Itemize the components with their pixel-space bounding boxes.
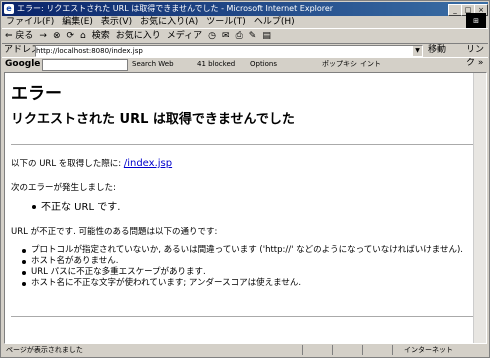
error-list: 不正な URL です. — [29, 201, 120, 215]
menu-help[interactable]: ヘルプ(H) — [250, 16, 299, 28]
problem-list: プロトコルが指定されていないか, あるいは間違っています ('http://' … — [19, 245, 463, 289]
favorites-button[interactable]: お気に入り — [113, 29, 164, 43]
go-button[interactable]: 移動 — [428, 44, 446, 57]
menu-bar: ファイル(F) 編集(E) 表示(V) お気に入り(A) ツール(T) ヘルプ(H) ⊞ — [2, 13, 488, 29]
url-link[interactable]: /index.jsp — [124, 158, 172, 169]
home-icon[interactable]: ⌂ — [77, 29, 89, 43]
menu-file[interactable]: ファイル(F) — [2, 16, 58, 28]
forward-button[interactable]: → — [36, 29, 50, 43]
list-item: プロトコルが指定されていないか, あるいは間違っています ('http://' … — [19, 245, 463, 256]
google-logo[interactable]: Google — [5, 58, 40, 71]
discuss-icon[interactable]: ▤ — [259, 29, 274, 43]
divider — [332, 345, 333, 355]
menu-edit[interactable]: 編集(E) — [58, 16, 97, 28]
status-bar: ページが表示されました インターネット — [2, 344, 488, 356]
status-text: ページが表示されました — [6, 346, 83, 354]
address-input[interactable]: http://localhost:8080/index.jsp ▼ — [35, 45, 423, 57]
history-icon[interactable]: ◷ — [205, 29, 219, 43]
menu-view[interactable]: 表示(V) — [97, 16, 136, 28]
menu-tools[interactable]: ツール(T) — [202, 16, 250, 28]
popup-blocked-count[interactable]: 41 blocked — [197, 58, 235, 71]
divider — [11, 316, 473, 317]
google-search-input[interactable] — [42, 59, 128, 71]
page-content: エラー リクエストされた URL は取得できませんでした 以下の URL を取得… — [4, 72, 487, 344]
vertical-scrollbar[interactable] — [473, 73, 486, 343]
mail-icon[interactable]: ✉ — [219, 29, 233, 43]
ie-logo-icon: e — [4, 4, 14, 14]
divider — [362, 345, 363, 355]
standard-toolbar: ⇐ 戻る → ⊗ ⟳ ⌂ 検索 お気に入り メディア ◷ ✉ ⎙ ✎ ▤ — [2, 28, 488, 44]
print-icon[interactable]: ⎙ — [233, 29, 246, 43]
google-toolbar: Google Search Web 41 blocked Options ポップ… — [2, 57, 488, 71]
window-title: エラー: リクエストされた URL は取得できませんでした - Microsof… — [17, 4, 334, 13]
address-bar: アドレス(D) http://localhost:8080/index.jsp … — [2, 44, 488, 68]
stop-icon[interactable]: ⊗ — [50, 29, 64, 43]
url-paragraph: 以下の URL を取得した際に: /index.jsp — [11, 157, 172, 169]
minimize-button[interactable]: _ — [448, 4, 462, 16]
edit-icon[interactable]: ✎ — [246, 29, 260, 43]
divider — [302, 345, 303, 355]
i-label[interactable]: イント — [360, 58, 381, 71]
search-web-button[interactable]: Search Web — [132, 58, 174, 71]
list-item: ホスト名がありません. — [19, 256, 463, 267]
internet-zone: インターネット — [404, 346, 453, 354]
options-button[interactable]: Options — [250, 58, 277, 71]
list-item: 不正な URL です. — [29, 201, 120, 215]
refresh-icon[interactable]: ⟳ — [64, 29, 78, 43]
menu-favorites[interactable]: お気に入り(A) — [136, 16, 202, 28]
list-item: ホスト名に不正な文字が使われています; アンダースコアは使えません. — [19, 278, 463, 289]
popup-label[interactable]: ポップキシ — [322, 58, 357, 71]
media-button[interactable]: メディア — [164, 29, 205, 43]
page-title: エラー — [11, 84, 62, 104]
windows-logo-icon: ⊞ — [466, 13, 486, 29]
problem-intro: URL が不正です. 可能性のある問題は以下の通りです: — [11, 227, 218, 237]
url-prefix: 以下の URL を取得した際に: — [11, 159, 124, 169]
title-bar: e エラー: リクエストされた URL は取得できませんでした - Micros… — [2, 2, 488, 16]
divider — [11, 144, 473, 145]
url-text: http://localhost:8080/index.jsp — [36, 47, 143, 55]
error-intro: 次のエラーが発生しました: — [11, 183, 116, 193]
back-button[interactable]: ⇐ 戻る — [2, 29, 36, 43]
page-subtitle: リクエストされた URL は取得できませんでした — [11, 112, 295, 127]
search-button[interactable]: 検索 — [89, 29, 113, 43]
browser-window: e エラー: リクエストされた URL は取得できませんでした - Micros… — [0, 0, 490, 358]
divider — [392, 345, 393, 355]
chevron-down-icon[interactable]: ▼ — [413, 46, 422, 56]
list-item: URL パスに不正な多重エスケープがあります. — [19, 267, 463, 278]
